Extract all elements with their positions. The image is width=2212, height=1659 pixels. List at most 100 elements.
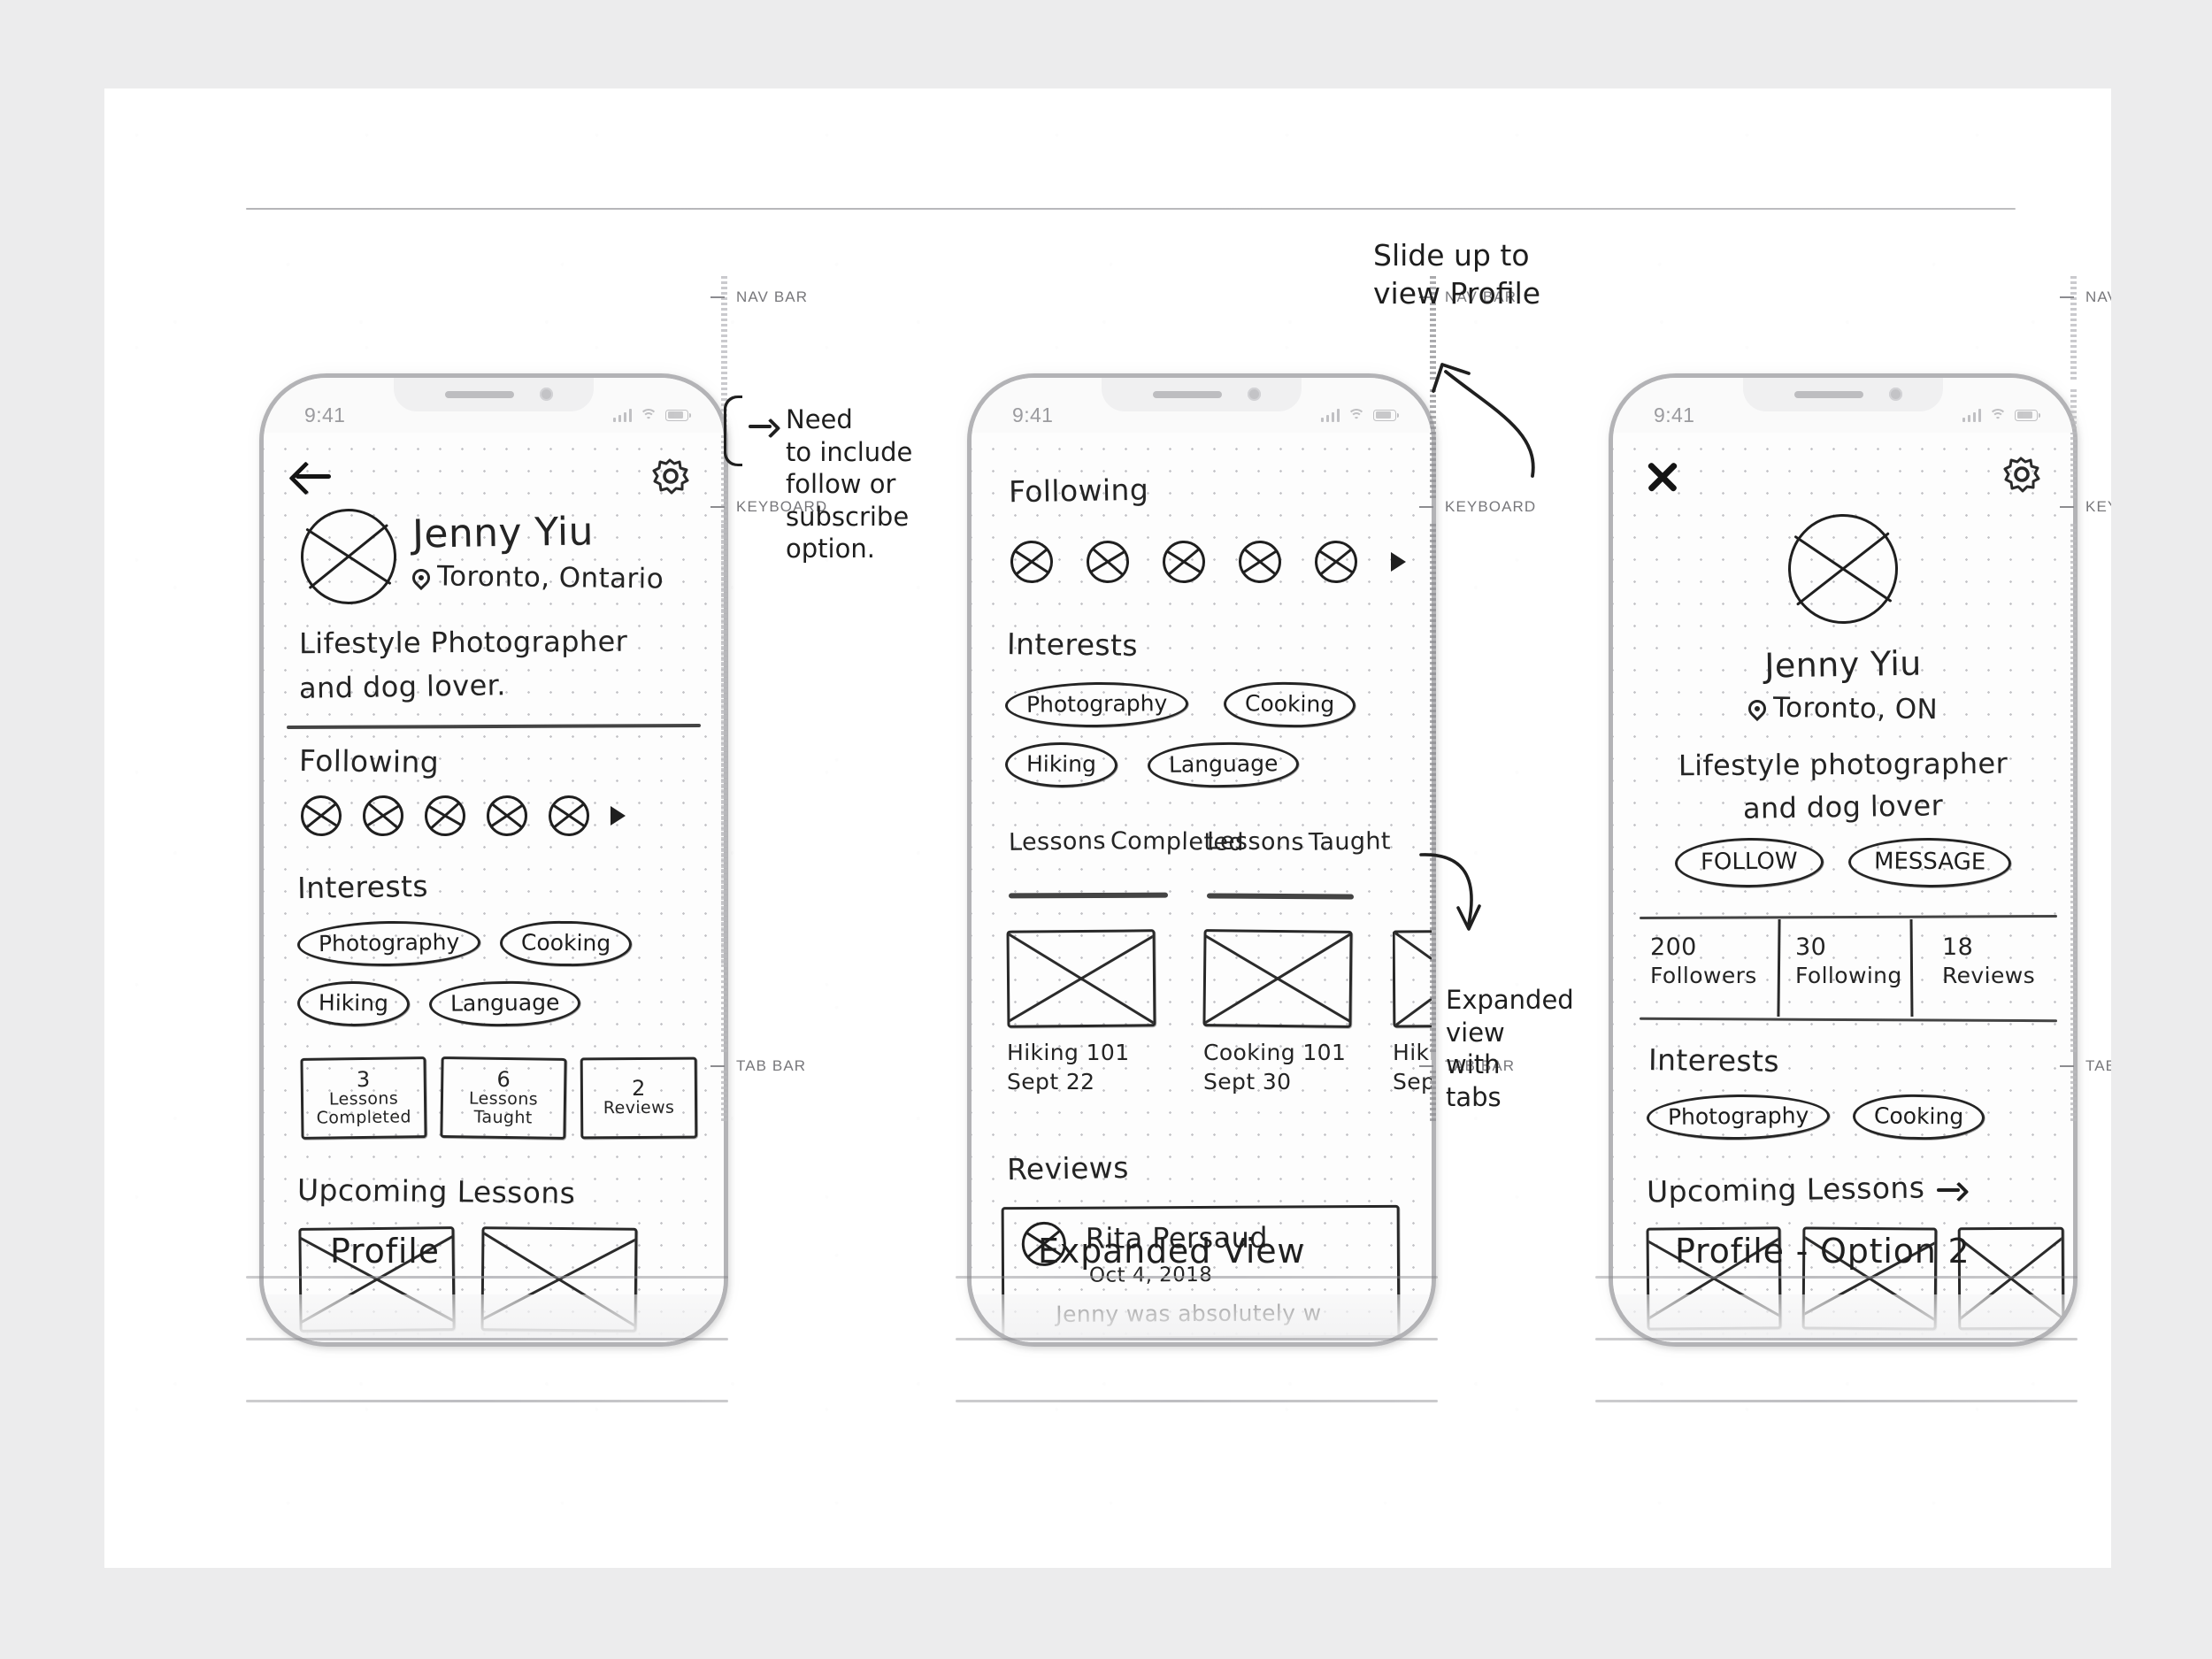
guide-column (2070, 524, 2077, 1055)
wifi-icon (1348, 408, 1365, 422)
interest-tag[interactable]: Language (428, 980, 581, 1027)
stat-value: 30 (1795, 933, 1827, 961)
profile-location: Toronto, Ontario (436, 560, 664, 595)
annotation-expanded-view: Expanded view with tabs (1446, 985, 1574, 1112)
following-avatar[interactable] (1084, 538, 1132, 586)
tab-bar (1613, 1294, 2073, 1342)
following-avatar[interactable] (486, 795, 528, 837)
stat-value: 18 (1942, 933, 1974, 961)
stat-following[interactable]: 30 Following (1795, 933, 1902, 988)
stat-reviews[interactable]: 18 Reviews (1942, 933, 2035, 988)
lesson-card[interactable]: Hiking 101 Sept 22 (1006, 929, 1156, 1094)
status-bar-time: 9:41 (1012, 403, 1054, 426)
guide-label-keyboard: KEYBOARD (1419, 498, 1536, 516)
guide-column (721, 1071, 727, 1124)
location-pin-icon (1744, 695, 1770, 722)
ruled-line (956, 1400, 1438, 1402)
stat-followers[interactable]: 200 Followers (1650, 933, 1757, 988)
back-button[interactable] (294, 461, 333, 491)
avatar (1786, 511, 1901, 626)
lesson-card[interactable]: Cooking 101 Sept 30 (1202, 929, 1353, 1094)
stat-value: 200 (1650, 933, 1697, 961)
stat-box[interactable]: 6 Lessons Taught (440, 1056, 567, 1140)
ruled-line (246, 1338, 728, 1340)
earpiece-speaker (1153, 391, 1222, 398)
interests-heading: Interests (296, 868, 429, 906)
signal-bars-icon (1962, 408, 1981, 422)
interest-tag-row: Photography Cooking (1646, 1093, 1985, 1141)
interest-tag[interactable]: Hiking (296, 980, 411, 1027)
annotation-arrow-icon (749, 419, 779, 434)
mute-switch (967, 491, 970, 523)
upcoming-lessons-heading: Upcoming Lessons (1646, 1170, 1925, 1210)
following-avatar[interactable] (299, 794, 343, 838)
following-avatar[interactable] (1161, 539, 1207, 585)
status-bar-icons (1320, 408, 1399, 422)
message-button[interactable]: MESSAGE (1847, 837, 2012, 888)
battery-icon (1373, 409, 1399, 421)
interest-tag[interactable]: Photography (296, 919, 481, 968)
mute-switch (1609, 491, 1611, 523)
guide-label-nav-bar: NAV BAR (710, 288, 808, 306)
front-camera-icon (1248, 388, 1261, 401)
following-avatar-row[interactable] (299, 793, 626, 839)
interest-tag[interactable]: Cooking (1852, 1094, 1985, 1141)
stats-divider-top (1639, 914, 2058, 920)
following-avatar[interactable] (422, 793, 468, 839)
lesson-image-placeholder[interactable] (1202, 929, 1353, 1028)
stat-box[interactable]: 3 Lessons Completed (300, 1056, 427, 1140)
status-bar-icons (1962, 408, 2040, 422)
ruled-line (1595, 1276, 2078, 1279)
gear-icon[interactable] (648, 454, 692, 498)
lesson-tab-label-line-1: Lessons (1206, 827, 1305, 856)
guide-tick (2060, 1065, 2074, 1067)
following-avatar[interactable] (1237, 539, 1283, 585)
chevron-right-icon[interactable] (611, 806, 626, 826)
lesson-tab-taught[interactable]: Lessons Taught (1207, 827, 1391, 857)
guide-label-keyboard: KEYBOARD (2060, 498, 2111, 516)
lesson-date: Sept 30 (1203, 1069, 1292, 1094)
bio-line-1: Lifestyle photographer (1678, 746, 2008, 783)
caption-profile-option-2: Profile - Option 2 (1675, 1232, 1970, 1271)
ruled-line (956, 1276, 1438, 1279)
bio-line-1: Lifestyle Photographer (298, 624, 628, 661)
interest-tag[interactable]: Photography (1646, 1093, 1831, 1141)
guide-column (721, 524, 727, 1055)
interest-tag[interactable]: Cooking (1223, 680, 1356, 729)
profile-location-row: Toronto, Ontario (408, 560, 664, 595)
interests-heading: Interests (1006, 626, 1139, 663)
volume-down-button (1609, 633, 1611, 696)
follow-button[interactable]: FOLLOW (1674, 837, 1824, 888)
arrow-right-icon[interactable] (1937, 1183, 1967, 1197)
lesson-title: Cooking 101 (1203, 1040, 1347, 1065)
volume-up-button (967, 551, 970, 615)
profile-actions: FOLLOW MESSAGE (1613, 837, 2073, 888)
annotation-slide-up: Slide up to view Profile (1373, 238, 1541, 311)
guide-text: KEYBOARD (1445, 498, 1537, 515)
following-avatar[interactable] (1009, 539, 1055, 585)
close-button[interactable] (1647, 461, 1678, 493)
gear-icon[interactable] (1999, 452, 2043, 496)
interest-tag[interactable]: Photography (1004, 680, 1189, 729)
following-avatar[interactable] (548, 795, 590, 837)
screen-expanded-view: Following Interests Photography Cooking … (972, 433, 1432, 1342)
lesson-tab-label-line-1: Lessons (1008, 827, 1107, 856)
interest-tag-row-1: Photography Cooking (1004, 680, 1356, 729)
upcoming-lessons-header[interactable]: Upcoming Lessons (1646, 1170, 1967, 1210)
following-avatar[interactable] (361, 794, 405, 838)
interest-tag[interactable]: Cooking (500, 920, 633, 967)
stat-box[interactable]: 2 Reviews (580, 1056, 698, 1140)
stat-label: Followers (1650, 963, 1757, 988)
ruled-line (246, 1276, 728, 1279)
volume-down-button (259, 633, 262, 696)
interest-tag[interactable]: Hiking (1004, 741, 1118, 788)
upcoming-lessons-heading: Upcoming Lessons (296, 1172, 576, 1210)
stats-divider-vertical (1909, 918, 1914, 1018)
stat-value: 2 (631, 1076, 646, 1102)
following-avatar-row[interactable] (1009, 538, 1406, 586)
interest-tag[interactable]: Language (1147, 741, 1300, 789)
lesson-image-placeholder[interactable] (1006, 929, 1156, 1028)
chevron-right-icon[interactable] (1391, 552, 1406, 572)
profile-name: Jenny Yiu (1763, 643, 1923, 686)
following-avatar[interactable] (1313, 539, 1359, 585)
